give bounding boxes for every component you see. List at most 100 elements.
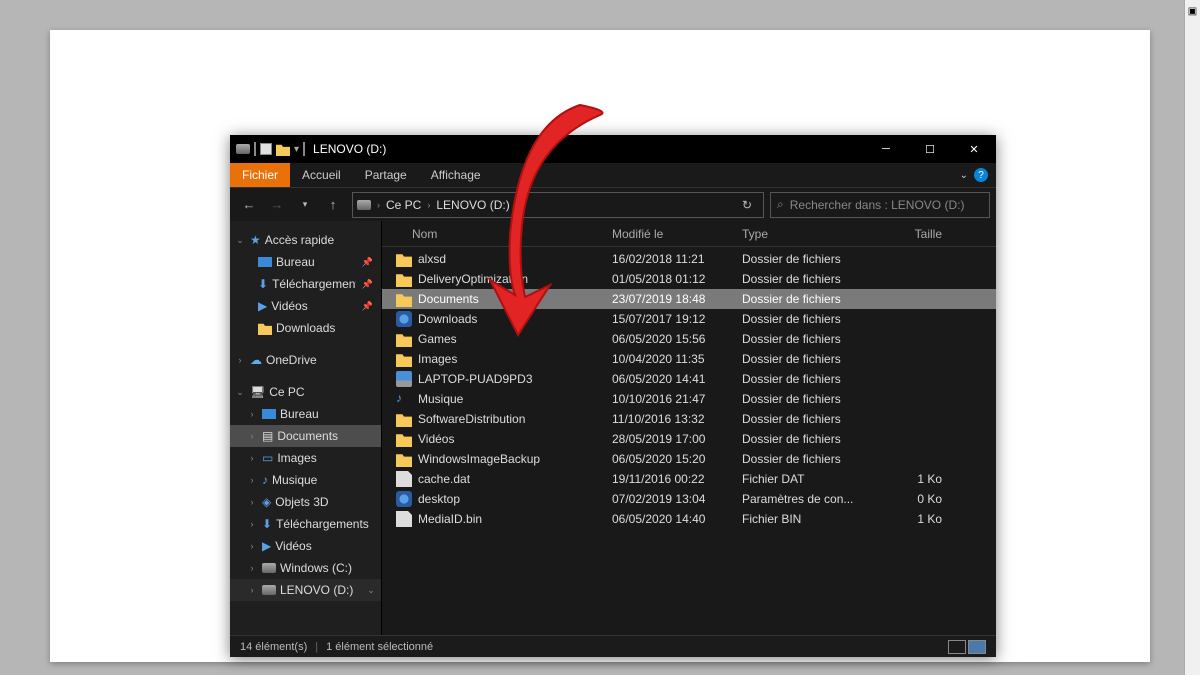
sidebar-item-documents[interactable]: ›▤Documents (230, 425, 381, 447)
ribbon-expand-icon[interactable]: ⌄ (960, 170, 968, 181)
file-modified: 10/10/2016 21:47 (612, 392, 742, 406)
table-row[interactable]: desktop07/02/2019 13:04Paramètres de con… (382, 489, 996, 509)
expand-icon[interactable]: › (246, 563, 258, 573)
chevron-down-icon[interactable]: ⌄ (365, 585, 377, 596)
cloud-icon: ☁ (250, 353, 262, 367)
file-type: Dossier de fichiers (742, 292, 882, 306)
sidebar-item-3d-objects[interactable]: ›◈Objets 3D (230, 491, 381, 513)
sidebar-item-music[interactable]: ›♪Musique (230, 469, 381, 491)
sidebar-item-label: Images (277, 451, 316, 465)
expand-icon[interactable]: › (246, 431, 258, 441)
table-row[interactable]: SoftwareDistribution11/10/2016 13:32Doss… (382, 409, 996, 429)
view-icons-button[interactable] (968, 640, 986, 654)
nav-up-button[interactable]: ↑ (320, 192, 346, 218)
file-modified: 19/11/2016 00:22 (612, 472, 742, 486)
download-icon: ⬇ (262, 517, 272, 531)
refresh-button[interactable]: ↻ (735, 198, 759, 212)
search-input[interactable]: ⌕ Rechercher dans : LENOVO (D:) (770, 192, 990, 218)
breadcrumb[interactable]: Ce PC (386, 198, 421, 212)
table-row[interactable]: Documents 23/07/2019 18:48Dossier de fich… (382, 289, 996, 309)
separator-icon (254, 142, 256, 156)
folder-icon (396, 251, 412, 267)
table-row[interactable]: Games06/05/2020 15:56Dossier de fichiers (382, 329, 996, 349)
table-row[interactable]: cache.dat19/11/2016 00:22Fichier DAT1 Ko (382, 469, 996, 489)
tab-file[interactable]: Fichier (230, 163, 290, 187)
column-header-type[interactable]: Type (742, 227, 882, 241)
sidebar-item-desktop[interactable]: ›Bureau (230, 403, 381, 425)
table-row[interactable]: Downloads15/07/2017 19:12Dossier de fich… (382, 309, 996, 329)
desktop-icon (262, 409, 276, 419)
column-header-name[interactable]: Nom (382, 227, 612, 241)
column-header-size[interactable]: Taille (882, 227, 952, 241)
picture-icon: ▭ (262, 451, 273, 465)
expand-icon[interactable]: › (246, 519, 258, 529)
folder-icon (396, 291, 412, 307)
file-name: desktop (418, 492, 460, 506)
nav-history-button[interactable]: ▾ (292, 192, 318, 218)
collapse-icon[interactable]: ⌄ (234, 387, 246, 398)
table-row[interactable]: DeliveryOptimization01/05/2018 01:12Doss… (382, 269, 996, 289)
table-row[interactable]: LAPTOP-PUAD9PD306/05/2020 14:41Dossier d… (382, 369, 996, 389)
file-size: 1 Ko (882, 472, 952, 486)
sidebar-item-images[interactable]: › ▭ Images (230, 447, 381, 469)
title-bar[interactable]: ▾ LENOVO (D:) ─ ☐ ✕ (230, 135, 996, 163)
drive-icon (236, 144, 250, 154)
expand-icon[interactable]: › (246, 541, 258, 551)
sidebar-item-label: OneDrive (266, 353, 317, 367)
table-row[interactable]: Vidéos28/05/2019 17:00Dossier de fichier… (382, 429, 996, 449)
sidebar-item-label: Téléchargements (272, 277, 356, 291)
file-type: Dossier de fichiers (742, 412, 882, 426)
sidebar-item-videos[interactable]: ▶Vidéos📌 (230, 295, 381, 317)
tab-view[interactable]: Affichage (419, 163, 493, 187)
sidebar-item-desktop[interactable]: Bureau📌 (230, 251, 381, 273)
maximize-button[interactable]: ☐ (908, 135, 952, 163)
help-icon[interactable]: ? (974, 168, 988, 182)
view-details-button[interactable] (948, 640, 966, 654)
sidebar-item-drive-d[interactable]: ›LENOVO (D:)⌄ (230, 579, 381, 601)
video-icon: ▶ (258, 299, 267, 313)
sidebar-item-videos[interactable]: ›▶Vidéos (230, 535, 381, 557)
expand-icon[interactable]: › (246, 585, 258, 595)
nav-back-button[interactable]: ← (236, 192, 262, 218)
search-placeholder: Rechercher dans : LENOVO (D:) (790, 198, 965, 212)
sidebar-item-this-pc[interactable]: ⌄🖥Ce PC (230, 381, 381, 403)
tab-home[interactable]: Accueil (290, 163, 353, 187)
expand-icon[interactable]: › (246, 475, 258, 485)
file-name: Documents (418, 292, 479, 306)
table-row[interactable]: ♪Musique10/10/2016 21:47Dossier de fichi… (382, 389, 996, 409)
table-row[interactable]: WindowsImageBackup06/05/2020 15:20Dossie… (382, 449, 996, 469)
sidebar-item-label: Bureau (276, 255, 315, 269)
file-name: Downloads (418, 312, 477, 326)
pc-icon: 🖥 (250, 385, 265, 399)
expand-icon[interactable]: › (246, 497, 258, 507)
sidebar-item-drive-c[interactable]: ›Windows (C:) (230, 557, 381, 579)
address-bar[interactable]: › Ce PC › LENOVO (D:) › ↻ (352, 192, 764, 218)
expand-icon[interactable]: › (234, 355, 246, 365)
file-explorer-window: ▾ LENOVO (D:) ─ ☐ ✕ Fichier Accueil Part… (230, 135, 996, 657)
file-name: alxsd (418, 252, 446, 266)
collapse-icon[interactable]: ⌄ (234, 235, 246, 246)
sidebar-item-quick-access[interactable]: ⌄ ★ Accès rapide (230, 229, 381, 251)
sidebar-item-downloads[interactable]: ⬇Téléchargements📌 (230, 273, 381, 295)
document-page: ▾ LENOVO (D:) ─ ☐ ✕ Fichier Accueil Part… (50, 30, 1150, 662)
sidebar-item-downloads[interactable]: ›⬇Téléchargements (230, 513, 381, 535)
breadcrumb[interactable]: LENOVO (D:) (436, 198, 509, 212)
expand-icon[interactable]: › (246, 453, 258, 463)
tab-share[interactable]: Partage (353, 163, 419, 187)
table-row[interactable]: MediaID.bin06/05/2020 14:40Fichier BIN1 … (382, 509, 996, 529)
file-modified: 23/07/2019 18:48 (612, 292, 742, 306)
minimize-button[interactable]: ─ (864, 135, 908, 163)
table-row[interactable]: alxsd16/02/2018 11:21Dossier de fichiers (382, 249, 996, 269)
close-button[interactable]: ✕ (952, 135, 996, 163)
file-name: Games (418, 332, 457, 346)
table-row[interactable]: Images10/04/2020 11:35Dossier de fichier… (382, 349, 996, 369)
qat-overflow[interactable]: ▾ (294, 144, 299, 155)
sidebar-item-onedrive[interactable]: › ☁ OneDrive (230, 349, 381, 371)
file-modified: 28/05/2019 17:00 (612, 432, 742, 446)
nav-forward-button[interactable]: → (264, 192, 290, 218)
sidebar-item-downloads-folder[interactable]: Downloads (230, 317, 381, 339)
file-list-pane: Nom Modifié le Type Taille alxsd16/02/20… (382, 221, 996, 635)
scrollbar-right[interactable]: ▣ (1184, 0, 1200, 675)
expand-icon[interactable]: › (246, 409, 258, 419)
column-header-modified[interactable]: Modifié le (612, 227, 742, 241)
